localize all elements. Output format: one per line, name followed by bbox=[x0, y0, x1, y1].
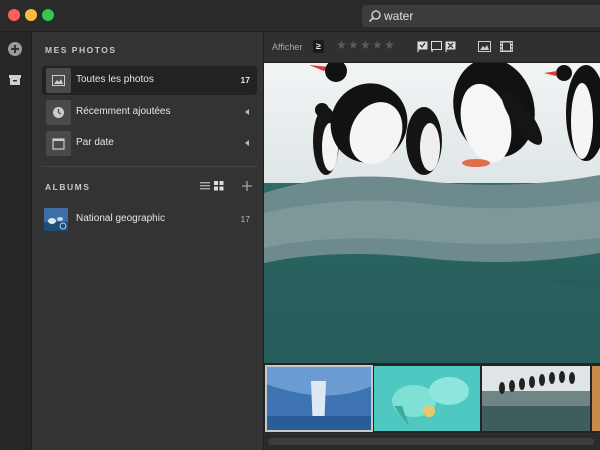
rating-star-1[interactable]: ★ bbox=[336, 38, 347, 52]
flag-rejected-icon[interactable] bbox=[445, 41, 456, 52]
rating-star-2[interactable]: ★ bbox=[348, 38, 359, 52]
penguin-colony-thumbnail bbox=[482, 366, 590, 431]
sidebar-item-all-photos[interactable]: Toutes les photos 17 bbox=[42, 66, 257, 95]
expand-arrow-icon[interactable] bbox=[245, 109, 249, 115]
rating-star-5[interactable]: ★ bbox=[384, 38, 395, 52]
rating-filter-operator[interactable]: ≥ bbox=[313, 40, 324, 53]
clock-icon bbox=[46, 100, 71, 125]
ice-cave-thumbnail bbox=[266, 366, 372, 431]
zoom-window-button[interactable] bbox=[42, 9, 54, 21]
filmstrip-thumbnail[interactable] bbox=[265, 365, 373, 432]
album-item-national-geographic[interactable]: National geographic 17 bbox=[42, 205, 257, 235]
filmstrip-view-icon[interactable] bbox=[500, 41, 513, 52]
main-photo-viewer[interactable] bbox=[264, 63, 600, 363]
grid-view-icon[interactable] bbox=[214, 181, 224, 191]
penguin-photo bbox=[264, 63, 600, 363]
sidebar-item-by-date[interactable]: Par date bbox=[42, 129, 257, 158]
single-view-icon[interactable] bbox=[478, 41, 491, 52]
minimize-window-button[interactable] bbox=[25, 9, 37, 21]
rating-star-3[interactable]: ★ bbox=[360, 38, 371, 52]
section-title-photos: MES PHOTOS bbox=[45, 45, 117, 55]
filmstrip-thumbnail[interactable] bbox=[592, 366, 600, 431]
archive-icon[interactable] bbox=[7, 72, 23, 88]
sidebar-item-recent[interactable]: Récemment ajoutées bbox=[42, 98, 257, 127]
scrollbar-thumb[interactable] bbox=[268, 438, 594, 445]
sidebar-item-label: Par date bbox=[76, 137, 114, 148]
add-album-icon[interactable] bbox=[242, 181, 252, 191]
viewer-toolbar: Afficher ≥ ★ ★ ★ ★ ★ bbox=[264, 32, 600, 63]
search-box[interactable] bbox=[362, 5, 600, 27]
search-icon bbox=[368, 10, 381, 23]
divider bbox=[42, 166, 257, 167]
desert-thumbnail bbox=[592, 366, 600, 431]
filmstrip-thumbnail[interactable] bbox=[374, 366, 480, 431]
filmstrip-scrollbar[interactable] bbox=[264, 434, 600, 450]
sidebar: MES PHOTOS Toutes les photos 17 Récemmen… bbox=[32, 32, 264, 450]
photo-count: 17 bbox=[240, 75, 250, 85]
sidebar-item-label: Récemment ajoutées bbox=[76, 106, 171, 117]
list-view-icon[interactable] bbox=[200, 181, 210, 191]
icon-rail bbox=[0, 32, 32, 450]
show-label: Afficher bbox=[272, 42, 303, 52]
filmstrip-thumbnail[interactable] bbox=[482, 366, 590, 431]
rating-star-4[interactable]: ★ bbox=[372, 38, 383, 52]
add-icon[interactable] bbox=[7, 41, 23, 57]
expand-arrow-icon[interactable] bbox=[245, 140, 249, 146]
sidebar-item-label: Toutes les photos bbox=[76, 74, 154, 85]
flag-unflagged-icon[interactable] bbox=[431, 41, 442, 52]
title-bar bbox=[0, 0, 600, 32]
album-thumbnail bbox=[44, 208, 68, 231]
flag-picked-icon[interactable] bbox=[417, 41, 428, 52]
photo-icon bbox=[46, 68, 71, 93]
section-title-albums: ALBUMS bbox=[45, 182, 91, 192]
filmstrip bbox=[264, 363, 600, 433]
fish-thumbnail bbox=[374, 366, 480, 431]
calendar-icon bbox=[46, 131, 71, 156]
album-label: National geographic bbox=[76, 213, 165, 224]
album-count: 17 bbox=[240, 214, 250, 224]
close-window-button[interactable] bbox=[8, 9, 20, 21]
search-input[interactable] bbox=[384, 5, 594, 27]
